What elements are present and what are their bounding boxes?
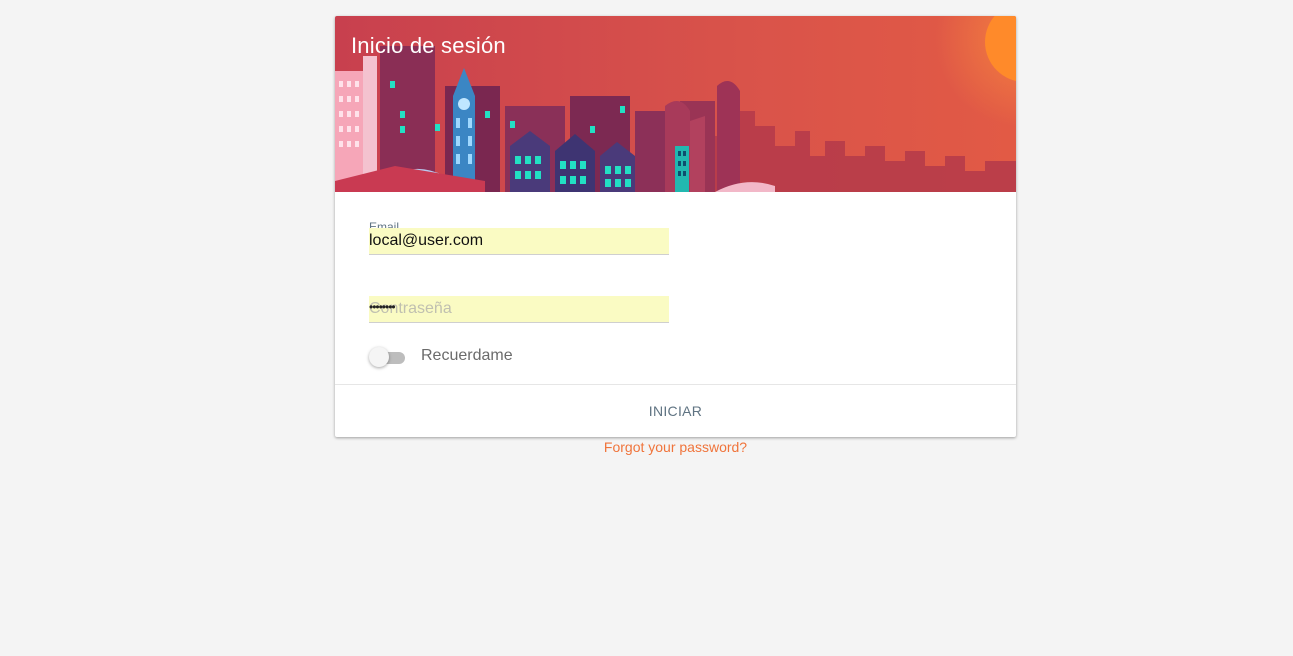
password-input[interactable] (369, 296, 669, 323)
remember-me-toggle[interactable] (369, 346, 407, 368)
forgot-password-link[interactable]: Forgot your password? (335, 439, 1016, 455)
header-banner: Inicio de sesión (335, 16, 1016, 192)
email-input[interactable] (369, 228, 669, 255)
toggle-knob (369, 347, 389, 367)
login-card: Inicio de sesión Email Contraseña ••••••… (335, 16, 1016, 437)
remember-me-label[interactable]: Recuerdame (421, 347, 513, 365)
login-button[interactable]: INICIAR (335, 385, 1016, 437)
page-title: Inicio de sesión (351, 33, 506, 58)
